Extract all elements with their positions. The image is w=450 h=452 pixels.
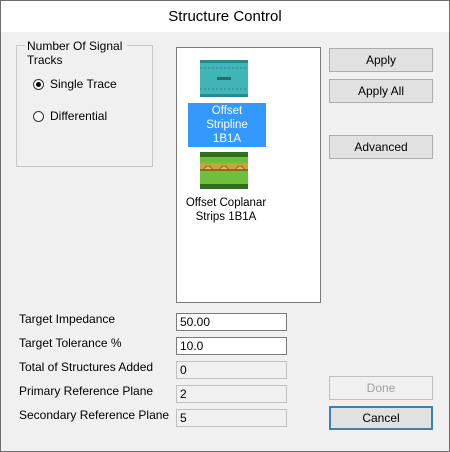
differential-radio-indicator[interactable] <box>33 110 44 122</box>
apply-all-button[interactable]: Apply All <box>329 79 433 103</box>
offset-stripline-icon[interactable] <box>200 60 248 97</box>
offset-coplanar-label-line1: Offset Coplanar <box>185 197 267 209</box>
primary-ref-field: 2 <box>176 385 287 403</box>
signal-tracks-legend: Number Of Signal Tracks <box>25 39 127 67</box>
target-impedance-input[interactable]: 50.00 <box>176 313 287 331</box>
secondary-ref-field: 5 <box>176 409 287 427</box>
apply-button[interactable]: Apply <box>329 48 433 72</box>
differential-label: Differential <box>50 109 108 123</box>
primary-ref-label: Primary Reference Plane <box>19 384 154 398</box>
advanced-button[interactable]: Advanced <box>329 135 433 159</box>
total-structures-field: 0 <box>176 361 287 379</box>
offset-coplanar-icon[interactable] <box>200 152 248 189</box>
structure-control-dialog: Structure Control Number Of Signal Track… <box>0 0 450 452</box>
offset-stripline-label-line2: 1B1A <box>212 133 242 145</box>
offset-stripline-label[interactable]: Offset Stripline 1B1A <box>188 103 266 147</box>
secondary-ref-label: Secondary Reference Plane <box>19 408 170 422</box>
cancel-button[interactable]: Cancel <box>329 406 433 430</box>
single-trace-radio-indicator[interactable] <box>33 78 44 90</box>
offset-coplanar-label[interactable]: Offset Coplanar Strips 1B1A <box>181 196 271 224</box>
structure-list[interactable]: Offset Stripline 1B1A Offset Coplanar St… <box>176 47 321 303</box>
single-trace-radio[interactable]: Single Trace <box>33 77 117 91</box>
offset-coplanar-label-line2: Strips 1B1A <box>195 211 257 223</box>
target-impedance-label: Target Impedance <box>19 312 116 326</box>
offset-stripline-label-line1: Offset Stripline <box>206 105 248 131</box>
dialog-title: Structure Control <box>1 1 449 32</box>
total-structures-label: Total of Structures Added <box>19 360 154 374</box>
single-trace-label: Single Trace <box>50 77 117 91</box>
target-tolerance-label: Target Tolerance % <box>19 336 122 350</box>
done-button[interactable]: Done <box>329 376 433 400</box>
target-tolerance-input[interactable]: 10.0 <box>176 337 287 355</box>
differential-radio[interactable]: Differential <box>33 109 107 123</box>
